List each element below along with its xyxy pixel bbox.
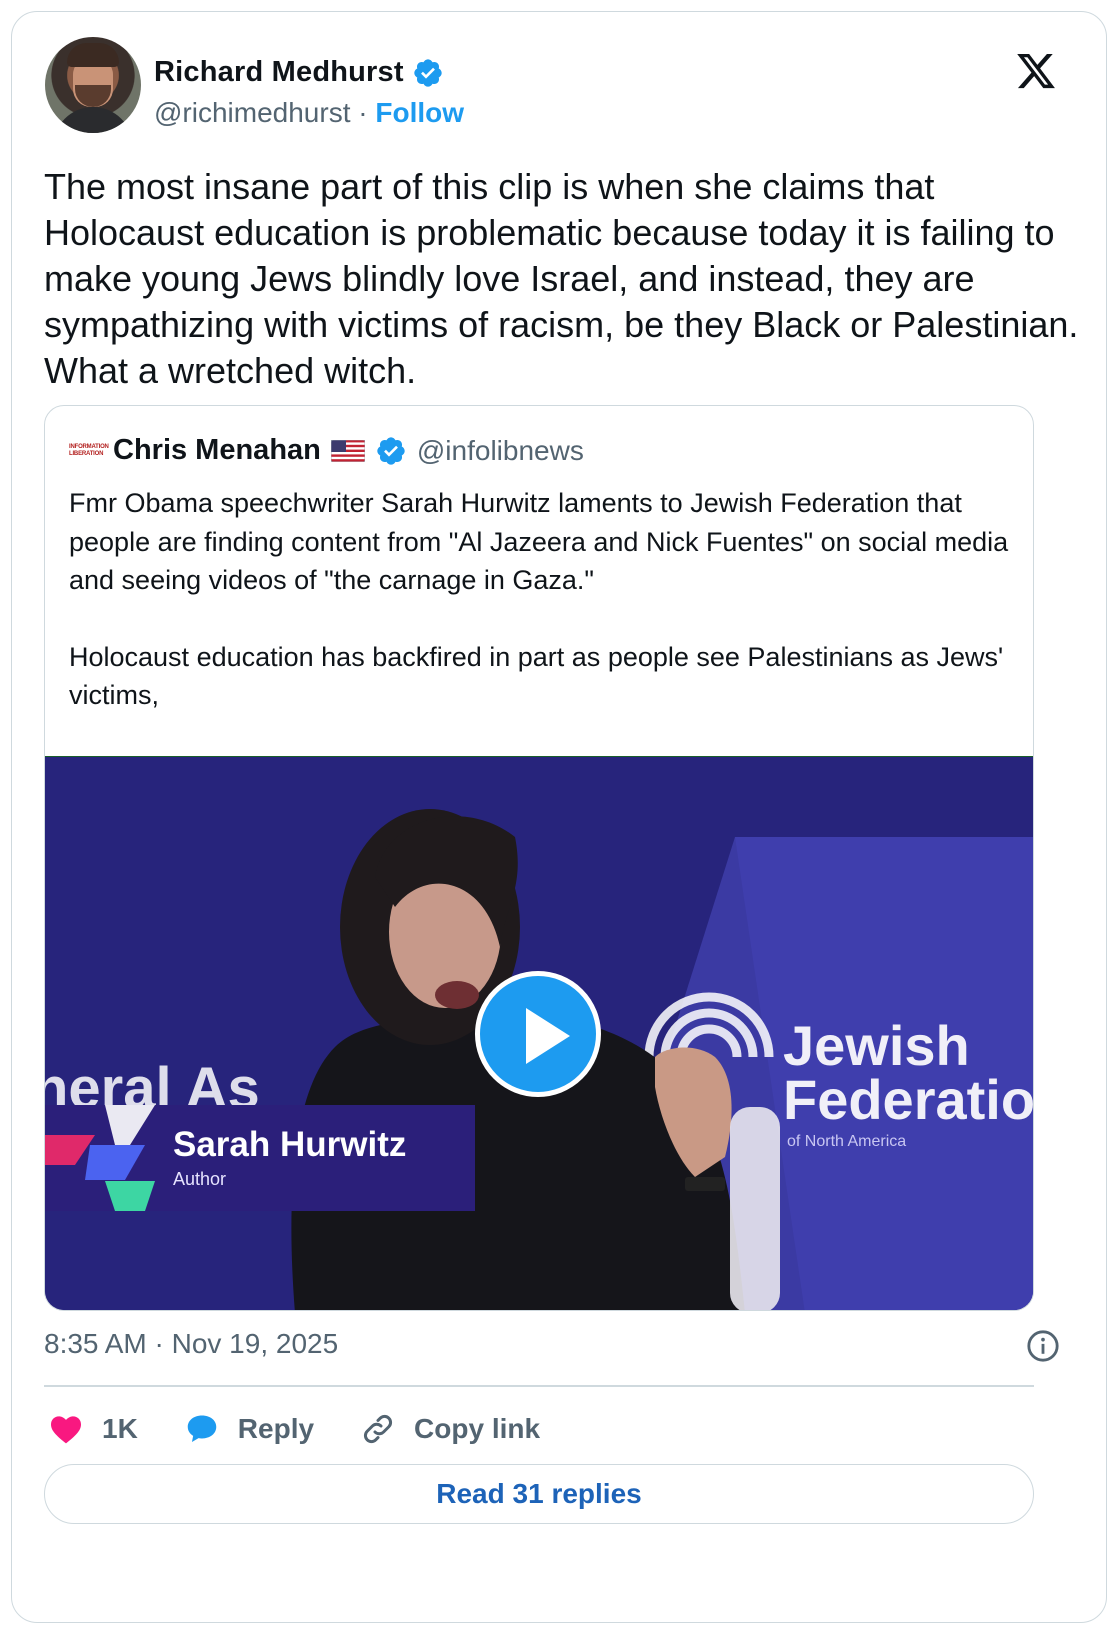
quoted-author-handle[interactable]: @infolibnews — [417, 435, 584, 467]
quoted-author-name[interactable]: Chris Menahan — [113, 434, 321, 467]
lower-third-banner: Sarah Hurwitz Author — [45, 1105, 475, 1211]
backdrop-right-line: Jewish — [783, 1014, 970, 1077]
quoted-verified-badge-icon — [377, 436, 405, 465]
link-icon — [364, 1415, 393, 1443]
quoted-paragraph: Holocaust education has backfired in par… — [69, 641, 1004, 711]
author-name-row[interactable]: Richard Medhurst — [154, 56, 444, 89]
quoted-header: INFORMATION LIBERATION Chris Menahan @in… — [69, 434, 584, 467]
quoted-tweet[interactable]: INFORMATION LIBERATION Chris Menahan @in… — [44, 405, 1034, 1311]
copy-link-button[interactable]: Copy link — [360, 1411, 540, 1447]
logo-line-1: INFORMATION — [69, 443, 109, 450]
backdrop-right-subtext: of North America — [787, 1133, 907, 1150]
verified-badge-icon — [414, 58, 442, 87]
tweet-timestamp[interactable]: 8:35 AM · Nov 19, 2025 — [44, 1328, 338, 1360]
copy-link-label: Copy link — [414, 1413, 541, 1444]
banner-star-graphic — [45, 1105, 155, 1211]
footer-divider — [44, 1385, 1034, 1387]
quoted-text: Fmr Obama speechwriter Sarah Hurwitz lam… — [69, 484, 1019, 715]
embedded-tweet-card: Richard Medhurst @richimedhurst · Follow… — [11, 11, 1107, 1623]
like-count: 1K — [102, 1413, 138, 1444]
tweet-text: The most insane part of this clip is whe… — [44, 166, 1079, 391]
us-flag-icon — [330, 439, 365, 462]
reply-label: Reply — [237, 1413, 315, 1444]
lower-third-name: Sarah Hurwitz — [173, 1125, 407, 1164]
author-handle-row: @richimedhurst · Follow — [154, 97, 464, 129]
author-handle[interactable]: @richimedhurst — [154, 97, 350, 128]
x-logo-icon[interactable] — [1014, 50, 1058, 92]
play-icon[interactable] — [475, 971, 601, 1097]
handle-separator: · — [358, 97, 368, 128]
reply-bubble-icon — [187, 1415, 217, 1443]
backdrop-right-text: Jewish Federatio — [783, 1014, 1034, 1131]
info-icon[interactable] — [1026, 1329, 1060, 1363]
heart-icon — [51, 1416, 81, 1444]
follow-button[interactable]: Follow — [375, 97, 464, 128]
logo-line-2: LIBERATION — [69, 450, 104, 457]
backdrop-right-line: Federatio — [783, 1068, 1034, 1131]
quoted-avatar-logo[interactable]: INFORMATION LIBERATION — [69, 440, 109, 462]
video-player[interactable]: neral As Jewish Federatio of North Ameri… — [45, 756, 1034, 1310]
like-button[interactable]: 1K — [48, 1411, 138, 1447]
author-avatar[interactable] — [45, 37, 141, 133]
read-replies-button[interactable]: Read 31 replies — [44, 1464, 1034, 1524]
action-bar: 1K Reply Copy link — [48, 1404, 586, 1454]
reply-button[interactable]: Reply — [184, 1411, 314, 1447]
lower-third-role: Author — [173, 1169, 227, 1189]
author-name[interactable]: Richard Medhurst — [154, 56, 404, 89]
quoted-paragraph: Fmr Obama speechwriter Sarah Hurwitz lam… — [69, 488, 1009, 595]
